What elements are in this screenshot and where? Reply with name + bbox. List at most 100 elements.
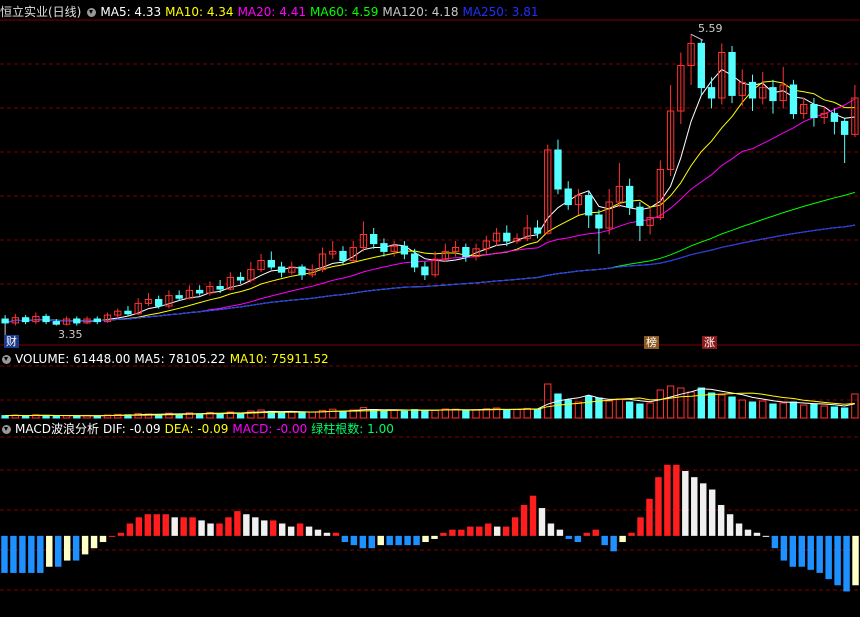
- candle-body: [748, 81, 757, 99]
- macd-bar: [798, 535, 805, 567]
- macd-bar: [19, 535, 26, 573]
- candle-body: [195, 289, 204, 294]
- macd-bar: [852, 535, 859, 586]
- panel-grid: [0, 19, 860, 591]
- macd-bar: [610, 535, 617, 552]
- ma20-line: [4, 98, 856, 324]
- candle-body: [830, 113, 839, 122]
- volume-bars: [1, 383, 859, 419]
- macd-bar: [368, 535, 375, 549]
- macd-bar: [762, 535, 770, 537]
- macd-bar: [72, 535, 80, 561]
- macd-bar: [225, 517, 232, 536]
- macd-bar: [664, 464, 671, 536]
- macd-bar: [55, 535, 62, 567]
- limit-up-tag[interactable]: 涨: [702, 336, 717, 349]
- candle-body: [339, 250, 347, 261]
- macd-bar: [619, 535, 626, 543]
- volume-bar: [574, 401, 583, 419]
- macd-bar: [807, 535, 814, 570]
- volume-bar: [789, 401, 798, 419]
- candle-body: [595, 214, 603, 229]
- macd-bar: [413, 535, 420, 546]
- volume-bar: [615, 398, 624, 419]
- volume-bar: [820, 405, 828, 419]
- volume-bar: [462, 409, 470, 419]
- volume-bar: [707, 392, 716, 419]
- candle-body: [277, 266, 286, 273]
- macd-title: MACD波浪分析: [15, 422, 99, 436]
- macd-bar: [171, 517, 178, 536]
- macd-bar: [825, 535, 832, 580]
- ma250-label: MA250: 3.81: [462, 5, 539, 19]
- candle-body: [840, 120, 849, 135]
- macd-bar: [700, 483, 707, 536]
- ranking-tag[interactable]: 榜: [644, 336, 659, 349]
- candle-body: [564, 188, 572, 206]
- stock-chart: [0, 19, 860, 592]
- macd-bar: [404, 535, 411, 546]
- macd-bar: [574, 535, 582, 543]
- macd-bar: [458, 529, 465, 536]
- macd-bar: [10, 535, 17, 573]
- volume-bar: [308, 411, 316, 419]
- price-annotations: [4, 33, 704, 336]
- candle-body: [503, 232, 511, 242]
- macd-bar: [726, 514, 734, 536]
- macd-header: MACD波浪分析 DIF: -0.09 DEA: -0.09 MACD: -0.00 绿…: [0, 421, 398, 437]
- candle-body: [380, 243, 388, 252]
- macd-bar: [314, 529, 322, 536]
- macd-bar: [63, 535, 71, 561]
- macd-bar: [144, 514, 152, 536]
- macd-bar: [502, 526, 510, 536]
- ma60-label: MA60: 4.59: [310, 5, 379, 19]
- macd-bar: [520, 504, 528, 536]
- volume-bar: [451, 408, 460, 419]
- volume-bar: [656, 389, 665, 419]
- finance-tag[interactable]: 财: [4, 335, 19, 348]
- volume-bar: [585, 395, 593, 419]
- macd-bar: [296, 523, 304, 536]
- macd-bar: [422, 535, 429, 543]
- candle-body: [585, 195, 593, 216]
- volume-label: VOLUME: 61448.00: [15, 352, 131, 366]
- macd-bar: [46, 535, 53, 567]
- volume-bar: [769, 403, 777, 419]
- macd-bar: [126, 523, 134, 536]
- macd-bar: [547, 523, 555, 536]
- volume-bar: [748, 401, 757, 419]
- dropdown-icon[interactable]: [87, 8, 97, 17]
- candle-body: [697, 42, 705, 89]
- high-price-label: 5.59: [698, 22, 723, 35]
- macd-bar: [90, 535, 98, 549]
- macd-bar: [37, 535, 44, 573]
- macd-bar: [287, 526, 295, 536]
- ma5-label: MA5: 4.33: [100, 5, 162, 19]
- volume-bar: [73, 415, 81, 419]
- macd-bar: [243, 514, 250, 536]
- volume-bar: [21, 415, 30, 419]
- macd-bar: [538, 508, 546, 536]
- volume-bar: [503, 409, 511, 419]
- candle-body: [462, 247, 470, 258]
- candle-body: [93, 318, 101, 323]
- dropdown-icon[interactable]: [2, 425, 11, 434]
- stock-title: 恒立实业(日线): [0, 5, 82, 19]
- volume-bar: [277, 411, 286, 419]
- volume-bar: [257, 409, 265, 419]
- macd-bar: [81, 535, 89, 555]
- volume-ma-lines: [5, 388, 856, 417]
- macd-bar: [476, 526, 483, 536]
- macd-bars: [1, 464, 859, 592]
- low-price-label: 3.35: [58, 328, 83, 341]
- volume-bar: [564, 399, 572, 419]
- dropdown-icon[interactable]: [2, 355, 11, 364]
- volume-bar: [380, 410, 388, 419]
- macd-bar: [234, 511, 241, 536]
- volume-bar: [697, 387, 705, 419]
- candle-body: [1, 318, 9, 324]
- volume-bar: [236, 412, 245, 419]
- macd-bar: [601, 535, 608, 546]
- candle-body: [73, 318, 81, 324]
- macd-bar: [162, 514, 169, 536]
